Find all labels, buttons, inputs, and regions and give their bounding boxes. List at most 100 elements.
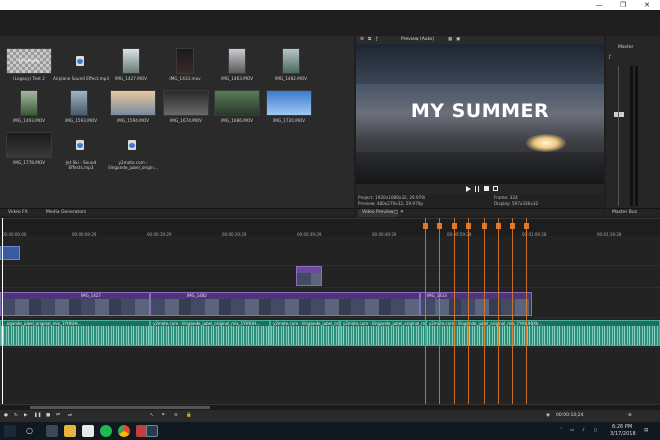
- play-icon[interactable]: [466, 186, 471, 192]
- marker-line: [439, 218, 440, 404]
- task-view-icon[interactable]: [46, 425, 58, 437]
- skip-end-icon[interactable]: ⏭: [68, 412, 72, 420]
- audio-event[interactable]: y2mate.com - lilngande_jubel_original_mi…: [426, 320, 660, 346]
- marker-line: [526, 218, 527, 404]
- media-item-thumb[interactable]: [176, 48, 194, 74]
- overlay-icon[interactable]: ▣: [456, 36, 460, 44]
- stop-icon[interactable]: ■: [46, 412, 50, 420]
- preview-quality-dropdown[interactable]: Preview (Auto): [401, 36, 434, 44]
- normal-edit-tool-icon[interactable]: ↖: [150, 412, 154, 420]
- loop-icon[interactable]: ↻: [14, 412, 18, 420]
- close-icon[interactable]: ✕: [400, 209, 404, 217]
- video-event[interactable]: [296, 266, 322, 286]
- tab-video-fx[interactable]: Video FX: [4, 209, 32, 217]
- maximize-button[interactable]: ❐: [612, 0, 634, 10]
- search-icon[interactable]: ○: [26, 426, 33, 435]
- timeline-controls: ● ↻ ▶ ❚❚ ■ ⏮ ⏭ ↖ ⌗ ≋ 🔒 ◉ 00:00:10;24 ⊕: [0, 410, 660, 422]
- media-item-thumb[interactable]: [228, 48, 246, 74]
- loop-icon[interactable]: [493, 186, 498, 191]
- media-item-thumb[interactable]: [266, 90, 312, 116]
- event-thumbnails: [421, 299, 531, 315]
- media-item-label: IMG_1593.MOV: [65, 118, 97, 123]
- media-item-label: IMG_1720.MOV: [273, 118, 305, 123]
- audio-event[interactable]: y2mate.com - lilngande_jubel_original_mi…: [340, 320, 426, 346]
- chrome-icon[interactable]: [118, 425, 130, 437]
- gear-icon[interactable]: ⚙: [360, 36, 364, 44]
- start-button[interactable]: [4, 425, 16, 437]
- audio-event[interactable]: y2mate.com - lilngande_jubel_original_mi…: [270, 320, 340, 346]
- undock-icon[interactable]: □: [394, 209, 398, 217]
- media-item-label: IMG_1594.MOV: [117, 118, 149, 123]
- skip-start-icon[interactable]: ⏮: [56, 412, 60, 420]
- windows-taskbar: ○ ˄ ▭ ♪ ▯ 6:26 PM 3/17/2018 ▤: [0, 422, 660, 440]
- taskbar-time[interactable]: 6:26 PM: [612, 424, 632, 430]
- pause-icon[interactable]: ❚❚: [34, 412, 42, 420]
- video-event[interactable]: IMG_1482: [150, 292, 420, 316]
- video-event[interactable]: IMG_1427: [0, 292, 150, 316]
- timeline-ruler[interactable]: 00:00:00;00 00:00:09;29 00:00:19;29 00:0…: [0, 218, 660, 237]
- media-item-thumb[interactable]: [110, 90, 156, 116]
- spotify-icon[interactable]: [100, 425, 112, 437]
- fx-icon[interactable]: ƒ: [376, 36, 378, 44]
- volume-icon[interactable]: ♪: [582, 427, 585, 435]
- text-event[interactable]: [0, 246, 20, 260]
- media-item-thumb[interactable]: [70, 90, 88, 116]
- scroll-thumb[interactable]: [30, 406, 210, 409]
- battery-icon[interactable]: ▯: [594, 427, 596, 435]
- media-item-label: IMG_1482.MOV: [275, 76, 307, 81]
- lock-icon[interactable]: 🔒: [186, 412, 192, 420]
- file-explorer-icon[interactable]: [64, 425, 76, 437]
- meter-left: [630, 66, 633, 206]
- grid-icon[interactable]: ▦: [448, 36, 452, 44]
- volume-fader[interactable]: [614, 112, 624, 117]
- notification-icon[interactable]: ▤: [644, 427, 648, 435]
- vegas-icon[interactable]: [146, 425, 158, 437]
- media-item-label: IMG_1427.MOV: [115, 76, 147, 81]
- media-item-thumb[interactable]: [6, 132, 52, 158]
- playhead-cursor[interactable]: [2, 218, 3, 404]
- window-title-bar: — ❐ ✕: [0, 0, 660, 10]
- stop-icon[interactable]: [484, 186, 489, 191]
- master-tabs: Master Bus: [606, 208, 660, 216]
- waveform: [341, 326, 425, 345]
- store-icon[interactable]: [82, 425, 94, 437]
- media-item-label: Airplane Sound Effect.mp3: [53, 76, 109, 81]
- media-item-thumb[interactable]: [122, 48, 140, 74]
- media-item-thumb[interactable]: [58, 48, 104, 74]
- ripple-icon[interactable]: ≋: [174, 412, 178, 420]
- record-icon[interactable]: ●: [4, 412, 8, 420]
- tab-media-generators[interactable]: Media Generators: [42, 209, 90, 217]
- preview-res-info: Preview: 480x270x32, 29.970p: [358, 201, 424, 206]
- media-item-thumb[interactable]: [214, 90, 260, 116]
- copy-icon[interactable]: ⧉: [368, 36, 371, 44]
- media-item-label: IMG_1463.MOV: [221, 76, 253, 81]
- taskbar-date[interactable]: 3/17/2018: [610, 431, 636, 437]
- snap-icon[interactable]: ⌗: [162, 412, 165, 420]
- media-item-thumb[interactable]: [163, 90, 209, 116]
- audio-event[interactable]: ...ngande_jubel_original_mix_1YHtUH...: [0, 320, 150, 346]
- close-button[interactable]: ✕: [636, 0, 658, 10]
- media-item-label: (Legacy) Text 2: [13, 76, 45, 81]
- preview-overlay-title: MY SUMMER: [410, 100, 550, 122]
- preview-info: Project: 1920x1080x32, 29.970i Preview: …: [356, 194, 604, 208]
- fx-icon[interactable]: ƒ: [609, 54, 611, 62]
- video-event[interactable]: IMG_1433: [420, 292, 532, 316]
- minimize-button[interactable]: —: [588, 0, 610, 10]
- pause-icon[interactable]: [475, 186, 479, 192]
- media-item-thumb[interactable]: [20, 90, 38, 116]
- overlay-track: [0, 266, 660, 288]
- play-icon[interactable]: ▶: [24, 412, 27, 420]
- marker-line: [468, 218, 469, 404]
- audio-event[interactable]: y2mate.com - lilngande_jubel_original_mi…: [150, 320, 270, 346]
- marker-line: [425, 218, 426, 404]
- chevron-up-icon[interactable]: ˄: [560, 427, 562, 435]
- zoom-icon[interactable]: ⊕: [628, 412, 632, 420]
- media-item-thumb[interactable]: [110, 132, 156, 158]
- event-thumbnails: [151, 299, 419, 315]
- tab-master-bus[interactable]: Master Bus: [608, 209, 641, 217]
- tab-video-preview[interactable]: Video Preview: [358, 209, 398, 217]
- media-item-thumb[interactable]: Hi Sample: [6, 48, 52, 74]
- media-item-thumb[interactable]: [282, 48, 300, 74]
- media-item-thumb[interactable]: [58, 132, 104, 158]
- network-icon[interactable]: ▭: [570, 427, 574, 435]
